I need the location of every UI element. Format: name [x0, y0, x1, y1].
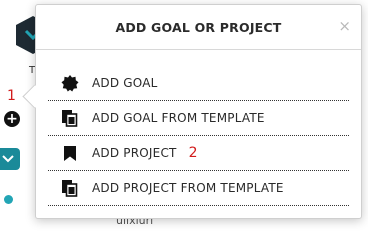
add-button[interactable]: + [4, 111, 20, 127]
popup-menu: ADD GOAL ADD GOAL FROM TEMPLATE ADD PROJ… [36, 50, 361, 206]
add-goal-project-popup: ADD GOAL OR PROJECT × ADD GOAL ADD GOAL … [35, 4, 362, 219]
collapse-tab[interactable] [0, 148, 20, 170]
badge-icon [58, 73, 82, 93]
menu-item-add-project-from-template[interactable]: ADD PROJECT FROM TEMPLATE [48, 171, 349, 206]
popup-header: ADD GOAL OR PROJECT × [36, 5, 361, 50]
annotation-2: 2 [188, 145, 198, 161]
menu-item-add-project[interactable]: ADD PROJECT 2 [48, 136, 349, 171]
menu-item-add-goal[interactable]: ADD GOAL [48, 66, 349, 101]
status-dot [4, 195, 13, 204]
template-copy-icon [58, 178, 82, 198]
annotation-1: 1 [7, 88, 16, 104]
close-icon[interactable]: × [338, 17, 351, 35]
menu-item-label: ADD GOAL FROM TEMPLATE [92, 111, 265, 125]
chevron-down-icon [2, 155, 14, 163]
menu-item-label: ADD PROJECT FROM TEMPLATE [92, 181, 284, 195]
popup-title: ADD GOAL OR PROJECT [115, 19, 282, 35]
menu-item-add-goal-from-template[interactable]: ADD GOAL FROM TEMPLATE [48, 101, 349, 136]
template-copy-icon [58, 108, 82, 128]
menu-item-label: ADD GOAL [92, 76, 158, 90]
menu-item-label: ADD PROJECT [92, 146, 177, 160]
bookmark-icon [58, 143, 82, 163]
